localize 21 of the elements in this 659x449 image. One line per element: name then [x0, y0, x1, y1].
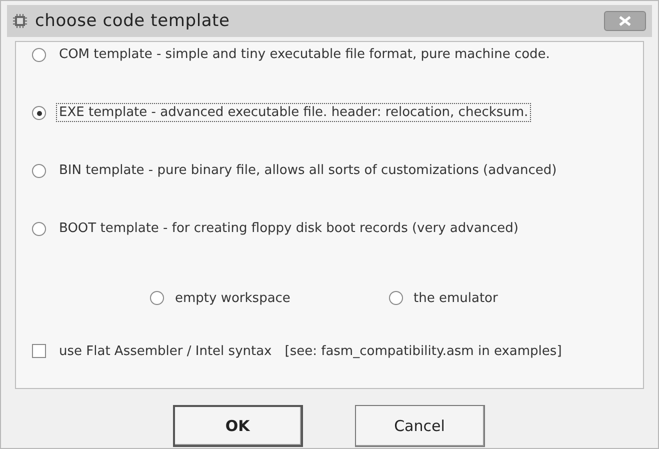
checkbox-label[interactable]: use Flat Assembler / Intel syntax — [56, 342, 275, 360]
window-title: choose code template — [35, 11, 231, 31]
radio-button[interactable] — [32, 48, 46, 62]
close-icon — [619, 16, 631, 26]
template-option[interactable]: BOOT template - for creating floppy disk boot records (very advanced) — [56, 219, 522, 238]
close-button[interactable] — [604, 11, 646, 31]
ok-button[interactable]: OK — [172, 405, 302, 447]
template-option[interactable]: EXE template - advanced executable file. header: relocation, checksum. — [56, 103, 532, 122]
radio-button[interactable] — [32, 164, 46, 178]
radio-button[interactable] — [32, 222, 46, 236]
radio-button[interactable] — [388, 291, 402, 305]
hint-text: [see: fasm_compatibility.asm in examples] — [284, 344, 562, 358]
template-option[interactable]: BIN template - pure binary file, allows all sorts of customizations (advanced) — [56, 161, 560, 180]
radio-button[interactable] — [150, 291, 164, 305]
cancel-button[interactable]: Cancel — [354, 405, 484, 447]
start-option[interactable]: empty workspace — [172, 288, 294, 308]
checkbox[interactable] — [32, 344, 46, 358]
radio-button[interactable] — [32, 106, 46, 120]
template-option[interactable]: COM template - simple and tiny executable file format, pure machine code. — [56, 45, 553, 64]
chip-icon — [13, 14, 27, 28]
start-option[interactable]: the emulator — [410, 288, 501, 308]
